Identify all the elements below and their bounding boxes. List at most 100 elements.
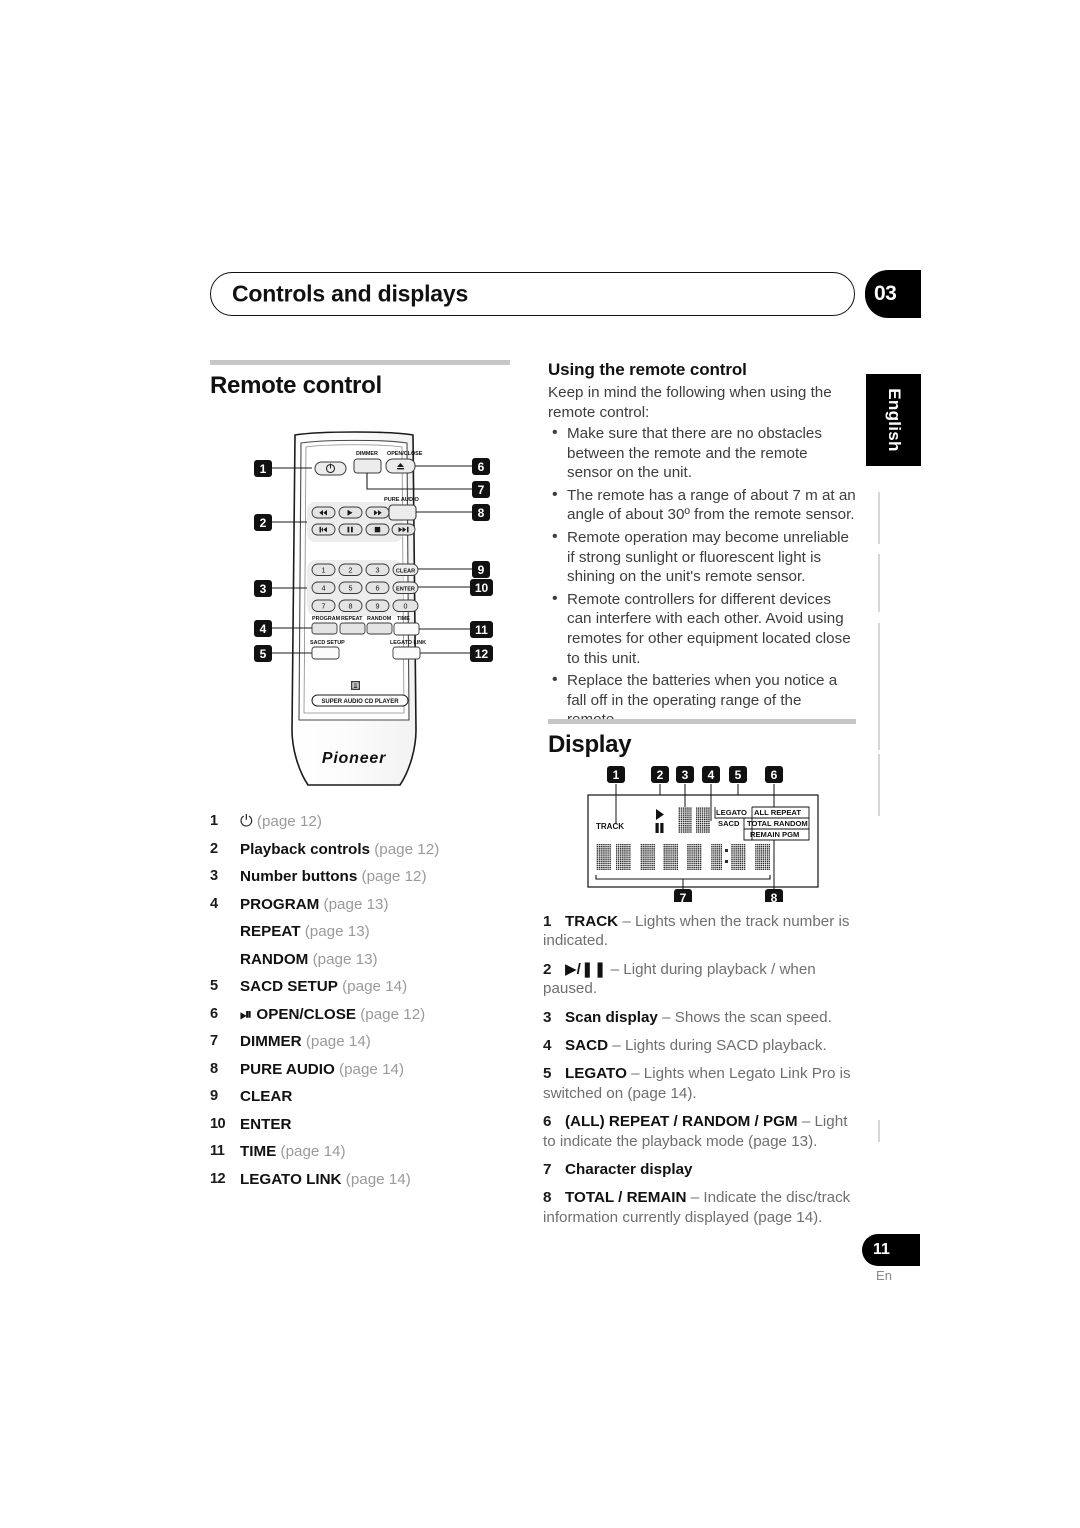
svg-text:11: 11: [475, 623, 488, 637]
number-key-4[interactable]: 4: [311, 581, 336, 594]
sacd-logo-icon: [351, 681, 360, 690]
repeat-button[interactable]: [339, 622, 366, 635]
legend-term: LEGATO: [565, 1065, 627, 1083]
edge-tick-1: [878, 492, 880, 544]
number-key-0[interactable]: 0: [392, 599, 419, 612]
subsection-title-using-remote: Using the remote control: [548, 360, 747, 379]
svg-text:7: 7: [478, 483, 485, 497]
edge-tick-6: [878, 1120, 880, 1142]
section-rule-display: [548, 719, 856, 724]
remote-illustration: DIMMER OPEN/CLOSE PURE AUDIO 1 2 3 CLEAR…: [254, 431, 493, 786]
open-close-button[interactable]: [385, 458, 416, 474]
sacd-setup-button[interactable]: [311, 646, 340, 660]
svg-text:8: 8: [349, 602, 353, 611]
bullet-item: Remote controllers for different devices…: [548, 589, 856, 668]
stop-button[interactable]: [365, 523, 390, 536]
callout-10: 10: [470, 579, 493, 596]
svg-text:1: 1: [260, 462, 267, 476]
svg-text:3: 3: [376, 566, 380, 575]
dimmer-button[interactable]: [353, 458, 382, 474]
svg-text:2: 2: [260, 516, 267, 530]
key-list-item-12: 12 LEGATO LINK (page 14): [210, 1170, 515, 1189]
key-list-item-4: 4 PROGRAM (page 13): [210, 895, 515, 914]
key-label: PURE AUDIO: [240, 1060, 335, 1078]
key-label: Playback controls: [240, 840, 370, 858]
callout-7: 7: [472, 481, 490, 498]
key-list-item-repeat: REPEAT (page 13): [210, 922, 515, 941]
display-legend-item-5: 5 LEGATO – Lights when Legato Link Pro is…: [543, 1065, 851, 1102]
svg-text:2: 2: [349, 566, 353, 575]
language-tab-label: English: [884, 388, 904, 452]
page-title: Controls and displays: [232, 280, 469, 307]
clear-button[interactable]: CLEAR: [392, 563, 419, 576]
svg-text:SUPER AUDIO CD PLAYER: SUPER AUDIO CD PLAYER: [321, 699, 399, 705]
key-num: 7: [210, 1033, 219, 1049]
time-button[interactable]: [393, 622, 420, 636]
key-label: SACD SETUP: [240, 978, 338, 995]
number-key-8[interactable]: 8: [338, 599, 363, 612]
random-button[interactable]: [366, 622, 393, 635]
number-key-1[interactable]: 1: [311, 563, 336, 576]
section-rule-remote: [210, 360, 510, 365]
svg-text:1: 1: [613, 768, 620, 782]
legato-indicator-label: LEGATO: [716, 808, 747, 817]
enter-button[interactable]: ENTER: [392, 581, 419, 594]
display-legend-item-1: 1 TRACK – Lights when the track number is…: [543, 913, 850, 950]
svg-text:0: 0: [404, 602, 408, 611]
key-page: (page 14): [342, 978, 408, 995]
track-indicator-label: TRACK: [596, 822, 624, 831]
key-num: 2: [210, 840, 219, 857]
key-label: LEGATO LINK: [240, 1170, 342, 1188]
display-panel-diagram: TRACK LEGATO SACD ALL REPEAT TOTAL RANDO…: [578, 762, 828, 902]
legend-term: TOTAL / REMAIN: [565, 1189, 687, 1207]
play-button[interactable]: [338, 506, 363, 519]
pause-indicator-icon: [655, 823, 664, 833]
pause-button[interactable]: [338, 523, 363, 536]
next-track-button[interactable]: [391, 523, 416, 536]
rewind-button[interactable]: [311, 506, 336, 519]
pure-audio-button-label: PURE AUDIO: [384, 497, 420, 503]
bullet-item: Make sure that there are no obstacles be…: [548, 423, 856, 483]
svg-text:2: 2: [657, 768, 664, 782]
program-button[interactable]: [311, 622, 338, 635]
key-num: 5: [210, 978, 219, 994]
edge-tick-2: [878, 554, 880, 612]
power-button[interactable]: [314, 461, 347, 476]
callout-2: 2: [254, 514, 272, 531]
legend-num: 8: [543, 1189, 552, 1207]
number-key-5[interactable]: 5: [338, 581, 363, 594]
callout-11: 11: [470, 621, 493, 638]
number-key-2[interactable]: 2: [338, 563, 363, 576]
number-key-7[interactable]: 7: [311, 599, 336, 612]
remote-usage-bullets: Make sure that there are no obstacles be…: [548, 423, 856, 730]
pure-audio-button[interactable]: [388, 504, 417, 521]
key-page: (page 12): [256, 813, 322, 830]
number-key-9[interactable]: 9: [365, 599, 390, 612]
key-num: 8: [210, 1060, 219, 1077]
svg-text:ENTER: ENTER: [396, 586, 415, 592]
svg-text:7: 7: [322, 602, 326, 611]
key-page: (page 12): [374, 840, 440, 858]
svg-text:6: 6: [771, 768, 778, 782]
fast-forward-button[interactable]: [365, 506, 390, 519]
key-page: (page 14): [280, 1143, 346, 1160]
number-key-3[interactable]: 3: [365, 563, 390, 576]
key-list-item-9: 9 CLEAR: [210, 1087, 515, 1106]
key-label: REPEAT: [240, 923, 301, 940]
character-display-bracket: [595, 875, 771, 880]
legato-link-button[interactable]: [392, 646, 421, 660]
key-page: (page 14): [339, 1060, 405, 1078]
key-page: (page 13): [304, 923, 370, 940]
key-label: DIMMER: [240, 1033, 302, 1050]
key-num: 10: [210, 1115, 226, 1132]
chapter-badge: 03: [865, 270, 921, 318]
power-icon: ⏻: [240, 813, 253, 830]
callout-8: 8: [472, 504, 490, 521]
manual-page: Controls and displays 03 English Remote …: [0, 0, 1080, 1528]
callout-3: 3: [254, 580, 272, 597]
legend-num: 3: [543, 1008, 552, 1026]
display-legend-item-8: 8 TOTAL / REMAIN – Indicate the disc/trac…: [543, 1189, 851, 1226]
previous-track-button[interactable]: [311, 523, 336, 536]
svg-text:9: 9: [478, 563, 485, 577]
number-key-6[interactable]: 6: [365, 581, 390, 594]
